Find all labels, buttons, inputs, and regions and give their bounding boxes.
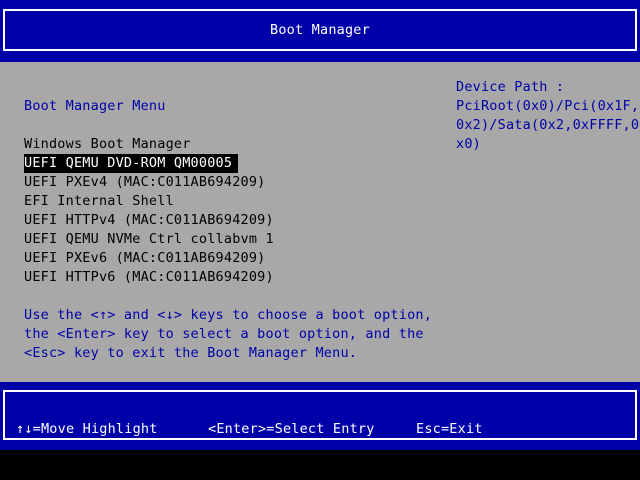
footer-exit-hint: Esc=Exit — [416, 421, 483, 437]
boot-option-windows-boot-manager[interactable]: Windows Boot Manager — [24, 135, 191, 154]
device-path-value: PciRoot(0x0)/Pci(0x1F, — [456, 98, 640, 114]
help-text-line: Use the <↑> and <↓> keys to choose a boo… — [24, 307, 433, 323]
menu-heading: Boot Manager Menu — [24, 98, 166, 114]
boot-option-efi-internal-shell[interactable]: EFI Internal Shell — [24, 192, 174, 211]
device-path-label: Device Path : — [456, 79, 565, 95]
footer-select-hint: <Enter>=Select Entry — [208, 421, 375, 437]
boot-option-uefi-httpv4[interactable]: UEFI HTTPv4 (MAC:C011AB694209) — [24, 211, 274, 230]
footer-move-hint: ↑↓=Move Highlight — [16, 421, 158, 437]
boot-option-uefi-httpv6[interactable]: UEFI HTTPv6 (MAC:C011AB694209) — [24, 268, 274, 287]
boot-option-uefi-qemu-dvd-rom[interactable]: UEFI QEMU DVD-ROM QM00005 — [24, 154, 239, 173]
boot-option-uefi-pxev4[interactable]: UEFI PXEv4 (MAC:C011AB694209) — [24, 173, 266, 192]
device-path-value: 0x2)/Sata(0x2,0xFFFF,0 — [456, 117, 640, 133]
page-title: Boot Manager — [270, 22, 370, 38]
help-text-line: <Esc> key to exit the Boot Manager Menu. — [24, 345, 358, 361]
boot-option-uefi-qemu-nvme[interactable]: UEFI QEMU NVMe Ctrl collabvm 1 — [24, 230, 274, 249]
device-path-value: x0) — [456, 136, 481, 152]
boot-option-uefi-pxev6[interactable]: UEFI PXEv6 (MAC:C011AB694209) — [24, 249, 266, 268]
help-text-line: the <Enter> key to select a boot option,… — [24, 326, 424, 342]
